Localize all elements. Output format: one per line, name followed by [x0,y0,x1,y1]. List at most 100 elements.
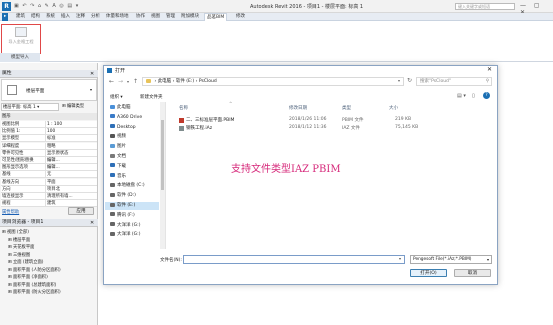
property-row[interactable]: 图形显示选项 编辑... [1,164,97,172]
property-value[interactable]: 无 [45,171,85,179]
type-selector[interactable]: 楼层平面 ▾ [1,79,97,101]
nav-item[interactable]: 软件 (D:) [110,192,136,200]
property-row[interactable]: 基线方向 平面 [1,178,97,186]
nav-item[interactable]: 下载 [110,163,126,171]
property-row[interactable]: 规程 建筑 [1,200,97,208]
filename-input[interactable] [183,255,405,264]
preview-pane-icon[interactable]: ▯ [472,93,475,99]
property-value[interactable]: 100 [45,128,85,136]
browser-tree-item[interactable]: ⊞ 面积平面 (净面积) [8,274,48,281]
nav-item[interactable]: 文档 [110,153,126,161]
ribbon-tab[interactable]: 修改 [234,13,247,21]
property-value[interactable]: 项目北 [45,185,85,193]
browser-tree-item[interactable]: ⊞ 视图 (全部) [2,229,29,236]
browser-tree-item[interactable]: ⊞ 面积平面 (防火分区面积) [8,289,61,296]
nav-item[interactable]: A360 Drive [110,114,142,122]
ribbon-tab[interactable]: 体量和场地 [104,13,131,21]
ribbon-tab[interactable]: 系统 [44,13,57,21]
view-options-icon[interactable]: ▤ ▾ [457,93,466,99]
address-dropdown-icon[interactable]: ▾ [398,78,400,83]
browser-tree-item[interactable]: ⊞ 面积平面 (总建筑面积) [8,282,56,289]
browser-tree-item[interactable]: ⊞ 楼层平面 [8,237,30,244]
chevron-down-icon[interactable]: ▾ [90,87,92,92]
search-box[interactable]: 键入关键字或短语 [455,3,515,10]
nav-item[interactable]: 大洋洋 (G:) [110,231,140,239]
open-button[interactable]: 打开(O) [410,269,447,277]
breadcrumb-pc[interactable]: 此电脑 [158,79,172,84]
property-row[interactable]: 零件可见性 显示原状态 [1,149,97,157]
property-row[interactable]: 方向 项目北 [1,185,97,193]
property-value[interactable]: 标准 [45,135,85,143]
nav-item[interactable]: 此电脑 [110,104,131,112]
file-tab[interactable]: ▸ [2,13,9,21]
revit-logo-icon[interactable]: R [2,2,11,11]
new-folder-button[interactable]: 新建文件夹 [140,94,163,100]
ribbon-tab[interactable]: 视图 [149,13,162,21]
col-date[interactable]: 修改日期 [289,105,307,111]
col-name[interactable]: 名称 [179,105,188,111]
file-row[interactable]: 二、三标准层平面.PBIM 2018/1/26 11:06 PBIM 文件 219 K… [169,117,494,124]
project-browser-close-icon[interactable]: ✕ [90,220,94,226]
browser-tree-item[interactable]: ⊞ 天花板平面 [8,244,34,251]
property-row[interactable]: 比例值 1: 100 [1,128,97,136]
property-value[interactable]: 显示原状态 [45,149,85,157]
property-row[interactable]: 可见性/图形替换 编辑... [1,157,97,164]
breadcrumb-drive[interactable]: 软件 (E:) [176,79,194,84]
up-arrow-icon[interactable]: ↑ [133,78,138,85]
filename-dropdown-icon[interactable]: ▾ [399,256,401,261]
filetype-select[interactable]: Pengesoft File(*.iAz;*.PBIM) ▾ [410,255,492,264]
property-value[interactable]: 编辑... [45,164,85,172]
ribbon-tab[interactable]: 分析 [89,13,102,21]
nav-scrollbar-thumb[interactable] [161,120,164,190]
property-row[interactable]: 视图比例 1 : 100 [1,121,97,128]
property-row[interactable]: 墙连接显示 清理所有墙... [1,193,97,200]
property-value[interactable]: 清理所有墙... [45,193,85,200]
nav-item[interactable]: 音乐 [110,173,126,181]
property-value[interactable]: 编辑... [45,157,85,164]
forward-arrow-icon[interactable]: → [118,78,123,85]
address-bar[interactable]: › 此电脑 › 软件 (E:) › PsCloud [142,77,404,86]
property-row[interactable]: 显示模型 标准 [1,135,97,143]
view-selector[interactable]: 楼层平面: 标高 1 ▾ [1,103,59,111]
property-value[interactable]: 1 : 100 [45,121,85,128]
search-input[interactable]: 键入关键字或短语 [456,4,514,9]
ribbon-tab[interactable]: 协作 [134,13,147,21]
import-project-button[interactable]: 导入金格工程 [4,25,38,52]
nav-item[interactable]: 图片 [110,143,126,151]
window-controls[interactable]: — ▢ ✕ [520,2,552,16]
nav-item[interactable]: 软件 (E:) [105,202,159,210]
property-value[interactable]: 建筑 [45,200,85,208]
dialog-close-icon[interactable]: ✕ [487,66,492,73]
ribbon-tab[interactable]: 结构 [29,13,42,21]
col-type[interactable]: 类型 [342,105,351,111]
organize-menu[interactable]: 组织 ▾ [110,94,123,100]
nav-scrollbar[interactable] [160,102,165,249]
edit-type-button[interactable]: ⊞ 编辑类型 [62,103,97,111]
ribbon-tab[interactable]: 品茗BIM [204,13,228,21]
browser-tree-item[interactable]: ⊞ 三维视图 [8,252,30,259]
search-field[interactable]: 搜索"PsCloud" ⚲ [416,77,492,86]
nav-item[interactable]: 视频 [110,133,126,141]
col-size[interactable]: 大小 [389,105,398,111]
browser-tree-item[interactable]: ⊞ 立面 (建筑立面) [8,259,43,266]
refresh-icon[interactable]: ↻ [407,77,412,84]
ribbon-tab[interactable]: 建筑 [14,13,27,21]
nav-item[interactable]: 大洋洋 (G:) [110,222,140,230]
file-row[interactable]: 钢铁工程.iAz 2018/1/12 11:36 IAZ 文件 75,145 KB [169,125,494,132]
property-row[interactable]: 基线 无 [1,171,97,179]
ribbon-tab[interactable]: 附加模块 [179,13,201,21]
property-value[interactable]: 平面 [45,178,85,186]
ribbon-tab[interactable]: 插入 [59,13,72,21]
property-row[interactable]: 详细程度 粗略 [1,142,97,150]
property-value[interactable]: 粗略 [45,142,85,150]
properties-close-icon[interactable]: ✕ [90,71,94,77]
cancel-button[interactable]: 取消 [454,269,491,277]
nav-item[interactable]: Desktop [110,124,136,132]
nav-item[interactable]: 本地磁盘 (C:) [110,182,145,190]
breadcrumb-folder[interactable]: PsCloud [199,79,217,84]
ribbon-tab[interactable]: 注释 [74,13,87,21]
help-icon[interactable]: ? [483,92,490,99]
quick-access-toolbar[interactable]: ▣ ↶ ↷ ⌂ ✎ A ◎ ▤ ▾ [14,3,109,10]
ribbon-tab[interactable]: 管理 [164,13,177,21]
recent-locations-icon[interactable]: ▾ [127,79,129,84]
